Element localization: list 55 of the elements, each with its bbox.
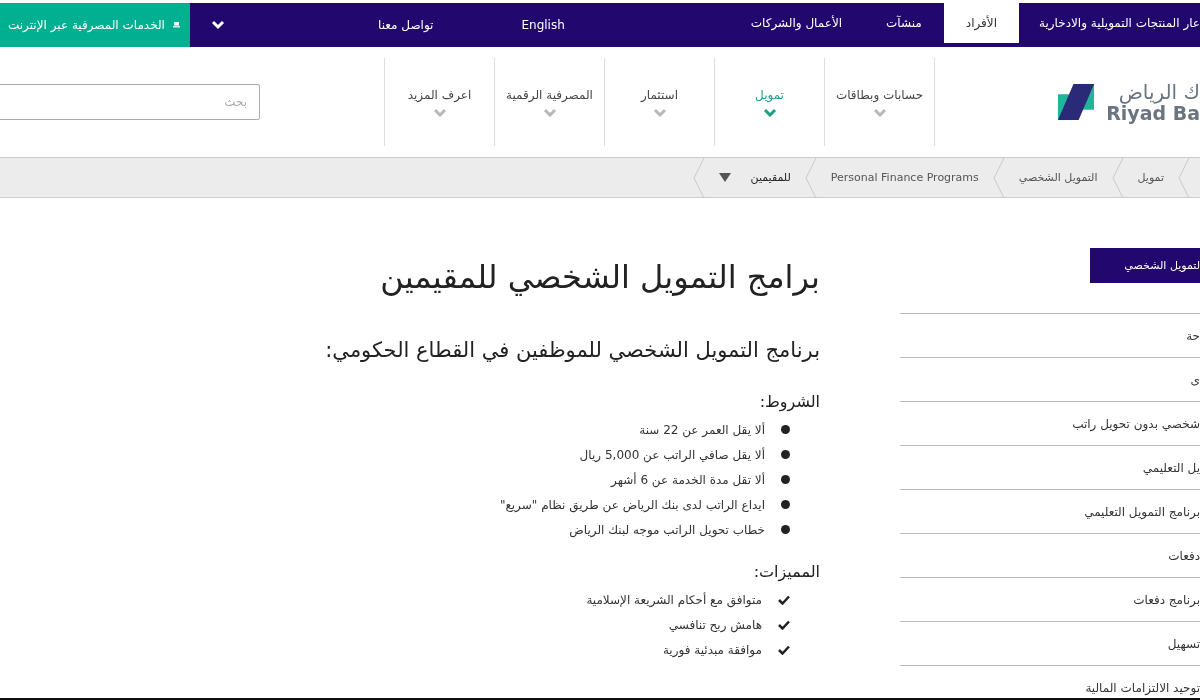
sidebar-header-button[interactable]: لتمويل الشخصي: [1090, 248, 1200, 283]
breadcrumb-link[interactable]: تمويل: [1123, 158, 1178, 197]
list-item-text: ايداع الراتب لدى بنك الرياض عن طريق نظام "سريع": [499, 497, 765, 512]
checkmark-icon: [778, 644, 790, 655]
nav-item[interactable]: اعرف المزيد: [384, 58, 494, 146]
top-tab[interactable]: الأفراد: [943, 3, 1019, 43]
list-item-text: خطاب تحويل الراتب موجه لبنك الرياض: [569, 522, 765, 537]
sidebar-item[interactable]: شخصي بدون تحويل راتب: [1072, 416, 1200, 431]
caret-down-icon: [718, 173, 731, 182]
breadcrumb-dropdown[interactable]: للمقيمين: [704, 158, 805, 197]
list-item-text: متوافق مع أحكام الشريعة الإسلامية: [586, 592, 762, 607]
checkmark-icon: [778, 594, 790, 605]
logo-icon: [1058, 81, 1095, 123]
nav-item[interactable]: استثمار: [604, 58, 714, 146]
list-heading: الشروط:: [758, 392, 820, 411]
top-tab[interactable]: الأعمال والشركات: [728, 3, 865, 43]
bullet-icon: [781, 450, 790, 459]
chevron-down-icon: [872, 107, 887, 117]
top-tab[interactable]: عار المنتجات التمويلية والادخارية: [1019, 3, 1200, 43]
list-item-text: هامش ربح تنافسي: [668, 617, 762, 632]
contact-link[interactable]: تواصل معنا: [350, 3, 462, 47]
sidebar-item[interactable]: تسهيل: [1167, 636, 1200, 651]
logo-arabic-text: ك الرياض: [1118, 80, 1200, 103]
nav-item[interactable]: حسابات وبطاقات: [824, 58, 934, 146]
list-item-text: ألا يقل العمر عن 22 سنة: [639, 422, 765, 437]
bullet-icon: [781, 500, 790, 509]
chevron-down-icon: [652, 107, 667, 117]
list-item-text: ألا تقل مدة الخدمة عن 6 أشهر: [611, 472, 765, 487]
bullet-icon: [781, 425, 790, 434]
search-field[interactable]: بحث: [0, 84, 260, 120]
top-tab[interactable]: منشآت: [864, 3, 944, 43]
sidebar-item[interactable]: يل التعليمي: [1142, 460, 1200, 475]
nav-item[interactable]: المصرفية الرقمية: [494, 58, 604, 146]
list-heading: المميزات:: [752, 562, 820, 581]
chevron-down-icon: [542, 107, 557, 117]
breadcrumb-link[interactable]: Personal Finance Programs: [816, 158, 993, 197]
sidebar-item[interactable]: توحيد الالتزامات المالية: [1085, 680, 1200, 695]
list-item-text: ألا يقل صافي الراتب عن 5,000 ريال: [579, 447, 765, 462]
checkmark-icon: [778, 619, 790, 630]
language-link[interactable]: English: [461, 3, 593, 47]
chevron-down-icon: [432, 107, 447, 117]
laptop-icon: [172, 20, 180, 30]
breadcrumb-link[interactable]: التمويل الشخصي: [1004, 158, 1112, 197]
sidebar-item[interactable]: برنامج التمويل التعليمي: [1084, 504, 1200, 519]
chevron-down-icon: [210, 19, 225, 30]
bullet-icon: [781, 525, 790, 534]
sidebar-item[interactable]: دفعات: [1168, 548, 1200, 563]
sidebar-item[interactable]: حة: [1186, 328, 1200, 343]
chevron-down-icon: [762, 107, 777, 117]
section-title: برنامج التمويل الشخصي للموظفين في القطاع الحكومي:: [324, 338, 820, 362]
page-title: برامج التمويل الشخصي للمقيمين: [379, 258, 820, 296]
sidebar-item[interactable]: ى: [1190, 372, 1200, 387]
sidebar-item[interactable]: برنامج دفعات: [1133, 592, 1200, 607]
list-item-text: موافقة مبدئية فورية: [662, 642, 762, 657]
bullet-icon: [781, 475, 790, 484]
